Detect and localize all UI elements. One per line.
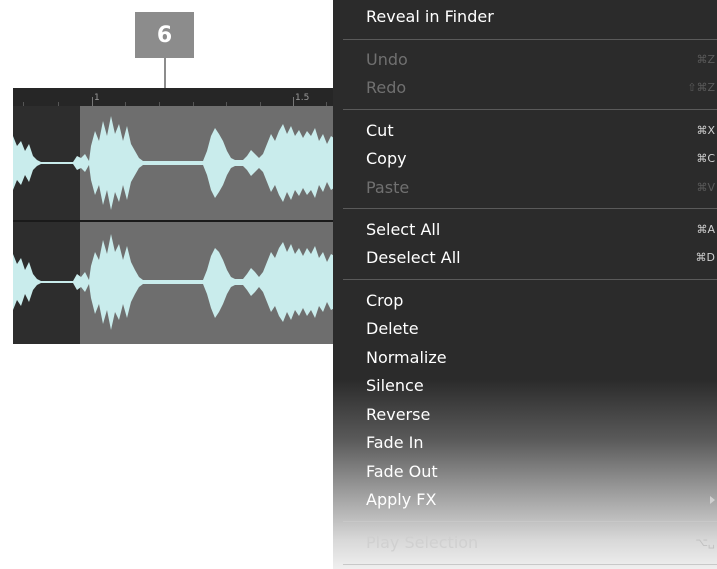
context-menu: Reveal in Finder Undo ⌘Z Redo ⇧⌘Z Cut ⌘X… [333, 0, 717, 569]
menu-item-label: Delete [366, 319, 419, 338]
menu-item-label: Copy [366, 149, 407, 168]
menu-item-label: Reveal in Finder [366, 7, 494, 26]
menu-item-label: Fade In [366, 433, 424, 452]
menu-item-normalize[interactable]: Normalize [333, 344, 717, 372]
menu-item-undo[interactable]: Undo ⌘Z [333, 46, 717, 74]
menu-item-fade-out[interactable]: Fade Out [333, 458, 717, 486]
menu-item-paste[interactable]: Paste ⌘V [333, 174, 717, 202]
menu-item-redo[interactable]: Redo ⇧⌘Z [333, 74, 717, 102]
callout-badge: 6 [135, 12, 194, 58]
waveform-channel-right[interactable] [13, 222, 338, 344]
menu-item-label: Silence [366, 376, 424, 395]
menu-item-deselect-all[interactable]: Deselect All ⌘D [333, 244, 717, 272]
ruler-label-1: 1 [94, 93, 100, 103]
menu-item-shortcut: ⇧⌘Z [687, 81, 715, 94]
menu-item-copy[interactable]: Copy ⌘C [333, 145, 717, 173]
waveform-channel-left[interactable] [13, 106, 338, 220]
submenu-arrow-icon [710, 496, 715, 504]
menu-item-apply-fx[interactable]: Apply FX [333, 486, 717, 514]
menu-item-label: Redo [366, 78, 407, 97]
menu-item-label: Select All [366, 220, 441, 239]
menu-item-shortcut: ⌘C [696, 152, 715, 165]
ruler-tick [293, 97, 294, 106]
menu-item-delete[interactable]: Delete [333, 315, 717, 343]
menu-item-label: Apply FX [366, 490, 437, 509]
menu-item-reverse[interactable]: Reverse [333, 401, 717, 429]
callout-number: 6 [156, 22, 173, 48]
menu-item-shortcut: ⌘D [695, 251, 715, 264]
menu-item-play-selection[interactable]: Play Selection ⌥␣ [333, 529, 717, 557]
menu-item-reveal-in-finder[interactable]: Reveal in Finder [333, 3, 717, 31]
menu-item-label: Crop [366, 291, 404, 310]
menu-item-shortcut: ⌘V [696, 181, 715, 194]
menu-separator [343, 208, 717, 209]
menu-item-label: Play Selection [366, 533, 479, 552]
menu-separator [343, 521, 717, 522]
menu-item-label: Undo [366, 50, 408, 69]
menu-item-label: Reverse [366, 405, 431, 424]
menu-item-shortcut: ⌘Z [696, 53, 715, 66]
menu-item-label: Paste [366, 178, 410, 197]
menu-item-silence[interactable]: Silence [333, 372, 717, 400]
menu-separator [343, 39, 717, 40]
menu-item-label: Fade Out [366, 462, 438, 481]
menu-item-cut[interactable]: Cut ⌘X [333, 117, 717, 145]
menu-item-shortcut: ⌘A [696, 223, 715, 236]
ruler-label-1-5: 1.5 [295, 93, 310, 103]
waveform-editor[interactable]: 1 1.5 [13, 88, 338, 344]
menu-item-select-all[interactable]: Select All ⌘A [333, 216, 717, 244]
menu-item-label: Deselect All [366, 248, 461, 267]
menu-separator [343, 564, 717, 565]
ruler-tick [92, 97, 93, 106]
menu-item-crop[interactable]: Crop [333, 287, 717, 315]
menu-item-label: Normalize [366, 348, 447, 367]
menu-item-shortcut: ⌥␣ [695, 536, 715, 549]
menu-separator [343, 279, 717, 280]
timeline-ruler[interactable]: 1 1.5 [13, 88, 338, 106]
menu-item-fade-in[interactable]: Fade In [333, 429, 717, 457]
menu-item-label: Cut [366, 121, 394, 140]
menu-separator [343, 109, 717, 110]
menu-item-shortcut: ⌘X [696, 124, 715, 137]
